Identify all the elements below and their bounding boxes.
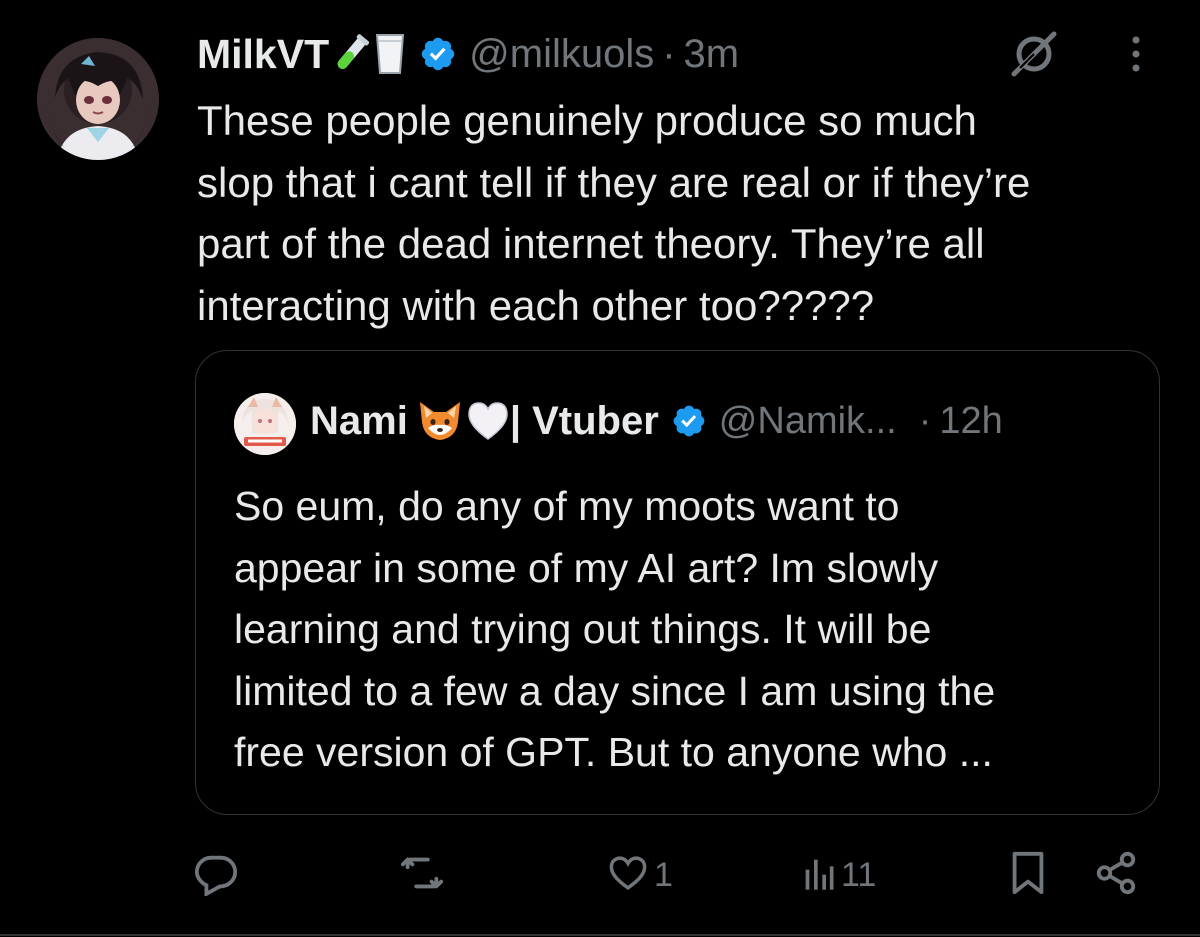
- reply-icon: [193, 850, 239, 901]
- divider: [0, 934, 1200, 936]
- repost-icon: [398, 850, 446, 901]
- quoted-tweet-timestamp[interactable]: 12h: [939, 400, 1002, 443]
- views-button[interactable]: 11: [801, 850, 876, 900]
- views-count: 11: [841, 855, 877, 894]
- tweet-timestamp[interactable]: 3m: [684, 32, 740, 77]
- tweet-header: MilkVT @milkuols · 3m: [197, 24, 739, 84]
- repost-button[interactable]: [398, 850, 450, 900]
- quoted-author-name-suffix: | Vtuber: [509, 398, 659, 443]
- milk-glass-emoji-icon: [373, 31, 407, 77]
- share-button[interactable]: [1093, 850, 1139, 900]
- tweet-text: These people genuinely produce so much s…: [197, 97, 1031, 329]
- like-button[interactable]: 1: [606, 850, 673, 900]
- bookmark-button[interactable]: [1008, 850, 1048, 900]
- quoted-author-handle[interactable]: @Namik...: [719, 400, 897, 443]
- like-icon: [606, 852, 650, 899]
- quoted-avatar-image: [234, 393, 296, 455]
- avatar-image: [37, 38, 159, 160]
- quoted-verified-badge-icon[interactable]: [671, 403, 707, 439]
- share-icon: [1093, 850, 1139, 901]
- more-options-icon[interactable]: [1124, 32, 1148, 76]
- views-icon: [801, 853, 837, 898]
- quoted-tweet-card[interactable]: Nami | Vtuber @Namik... · 12h So eum, do…: [195, 350, 1160, 815]
- fox-emoji-icon: [416, 398, 464, 444]
- quoted-separator-dot: ·: [918, 399, 932, 442]
- separator-dot: ·: [662, 31, 676, 76]
- quoted-tweet-header: Nami | Vtuber @Namik... · 12h: [310, 391, 1003, 451]
- quoted-author-display-name[interactable]: Nami: [310, 399, 408, 444]
- white-heart-emoji-icon: [466, 401, 510, 441]
- like-count: 1: [654, 855, 673, 894]
- grok-icon[interactable]: [1008, 28, 1060, 80]
- bookmark-icon: [1008, 850, 1048, 901]
- quoted-author-avatar[interactable]: [234, 393, 296, 455]
- tweet-action-bar: 1 11: [0, 850, 1200, 900]
- author-avatar[interactable]: [37, 38, 159, 160]
- quoted-tweet-text: So eum, do any of my moots want to appea…: [234, 483, 996, 775]
- verified-badge-icon[interactable]: [419, 35, 457, 73]
- author-handle[interactable]: @milkuols: [469, 32, 654, 77]
- author-display-name[interactable]: MilkVT: [197, 31, 329, 78]
- reply-button[interactable]: [193, 850, 243, 900]
- test-tube-emoji-icon: [331, 32, 371, 76]
